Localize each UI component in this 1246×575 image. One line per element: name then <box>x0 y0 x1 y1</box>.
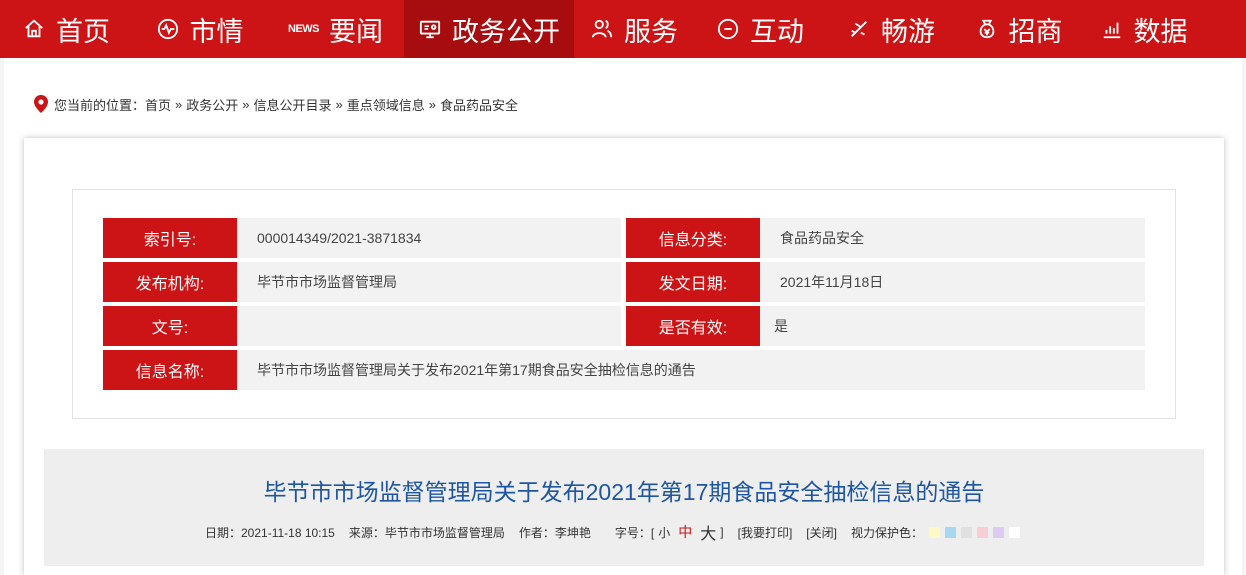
eye-care-swatch-yellow[interactable] <box>928 526 940 538</box>
meta-value: 000014349/2021-3871834 <box>237 218 621 258</box>
plane-icon <box>847 17 871 41</box>
article-author: 作者：李坤艳 <box>518 525 591 540</box>
nav-item-label: 招商 <box>1008 16 1063 47</box>
article-meta: 日期：2021-11-18 10:15 来源：毕节市市场监督管理局 作者：李坤艳… <box>205 520 1025 544</box>
meta-label: 发文日期: <box>626 262 760 302</box>
font-size-large-button[interactable]: 大 <box>700 520 716 544</box>
breadcrumb-link-gov-affairs[interactable]: 政务公开 <box>186 95 238 114</box>
nav-item-city[interactable]: 市情 <box>132 0 267 58</box>
nav-item-label: 互动 <box>750 16 804 47</box>
breadcrumb-link-food-drug[interactable]: 食品药品安全 <box>440 95 518 114</box>
breadcrumb-link-key-areas[interactable]: 重点领域信息 <box>347 95 425 114</box>
eye-care-swatch-blue[interactable] <box>944 526 956 538</box>
eye-care-swatch-gray[interactable] <box>960 526 972 538</box>
breadcrumb-link-home[interactable]: 首页 <box>145 95 171 114</box>
breadcrumb-separator: » <box>175 96 183 112</box>
nav-item-gov-affairs[interactable]: 政务公开 <box>404 0 574 58</box>
meta-value <box>237 306 621 346</box>
nav-item-news[interactable]: NEWS 要闻 <box>267 0 404 58</box>
eye-care-label: 视力保护色： <box>850 525 923 540</box>
article-date: 日期：2021-11-18 10:15 <box>205 525 335 540</box>
meta-value: 2021年11月18日 <box>760 262 1145 302</box>
meta-row-name: 信息名称: 毕节市市场监督管理局关于发布2021年第17期食品安全抽检信息的通告 <box>103 350 1145 390</box>
meta-row-docno: 文号: <box>103 306 621 346</box>
print-button[interactable]: [我要打印] <box>738 524 793 541</box>
eye-care-swatch-pink[interactable] <box>976 526 988 538</box>
breadcrumb-prefix: 您当前的位置： <box>54 97 146 113</box>
font-size-small-button[interactable]: 小 <box>658 524 670 541</box>
top-nav: 首页 市情 NEWS 要闻 政务公开 服务 互动 畅游 招商 数据 <box>0 0 1246 58</box>
breadcrumb-separator: » <box>335 96 343 112</box>
meta-label: 信息名称: <box>103 350 237 390</box>
article-source: 来源：毕节市市场监督管理局 <box>348 525 505 540</box>
nav-item-travel[interactable]: 畅游 <box>826 0 956 58</box>
breadcrumb-separator: » <box>428 96 437 112</box>
close-button[interactable]: [关闭] <box>806 524 837 541</box>
monitor-icon <box>418 17 442 41</box>
font-size-close-bracket: ] <box>720 525 724 539</box>
article-header <box>44 449 1204 566</box>
nav-item-label: 首页 <box>56 16 110 47</box>
meta-label: 是否有效: <box>626 306 760 346</box>
meta-label: 信息分类: <box>626 218 760 258</box>
nav-item-label: 数据 <box>1133 16 1188 47</box>
meta-value: 毕节市市场监督管理局 <box>237 262 621 302</box>
nav-item-data[interactable]: 数据 <box>1081 0 1206 58</box>
meta-row-date: 发文日期: 2021年11月18日 <box>626 262 1145 302</box>
breadcrumb-separator: » <box>242 96 250 112</box>
nav-item-interact[interactable]: 互动 <box>694 0 826 58</box>
news-icon: NEWS <box>288 23 320 35</box>
meta-label: 发布机构: <box>103 262 237 302</box>
nav-item-label: 要闻 <box>329 16 383 47</box>
pulse-icon <box>156 17 180 41</box>
nav-item-invest[interactable]: 招商 <box>956 0 1081 58</box>
nav-item-service[interactable]: 服务 <box>574 0 694 58</box>
meta-row-index: 索引号: 000014349/2021-3871834 <box>103 218 621 258</box>
location-pin-icon <box>34 95 48 113</box>
people-icon <box>590 17 614 41</box>
eye-care-swatch-white[interactable] <box>1008 526 1020 538</box>
home-icon <box>22 17 46 41</box>
meta-value: 是 <box>760 306 1145 346</box>
font-size-medium-button[interactable]: 中 <box>678 522 692 542</box>
nav-item-label: 政务公开 <box>452 16 560 47</box>
meta-value: 食品药品安全 <box>760 218 1145 258</box>
money-bag-icon <box>975 17 999 41</box>
nav-item-label: 市情 <box>189 16 244 47</box>
meta-value: 毕节市市场监督管理局关于发布2021年第17期食品安全抽检信息的通告 <box>237 350 1145 390</box>
article-title: 毕节市市场监督管理局关于发布2021年第17期食品安全抽检信息的通告 <box>263 479 985 505</box>
bar-chart-icon <box>1100 17 1124 41</box>
eye-care-swatch-purple[interactable] <box>992 526 1004 538</box>
meta-row-publisher: 发布机构: 毕节市市场监督管理局 <box>103 262 621 302</box>
meta-row-valid: 是否有效: 是 <box>626 306 1145 346</box>
chat-icon <box>716 17 740 41</box>
breadcrumb-link-catalog[interactable]: 信息公开目录 <box>254 95 332 114</box>
nav-item-label: 服务 <box>624 16 678 47</box>
meta-label: 索引号: <box>103 218 237 258</box>
nav-item-label: 畅游 <box>881 16 935 47</box>
font-size-label: 字号：[ <box>614 525 655 540</box>
meta-label: 文号: <box>103 306 237 346</box>
nav-item-home[interactable]: 首页 <box>0 0 132 58</box>
breadcrumb: 您当前的位置： 首页 » 政务公开 » 信息公开目录 » 重点领域信息 » 食品… <box>34 94 518 114</box>
meta-row-category: 信息分类: 食品药品安全 <box>626 218 1145 258</box>
